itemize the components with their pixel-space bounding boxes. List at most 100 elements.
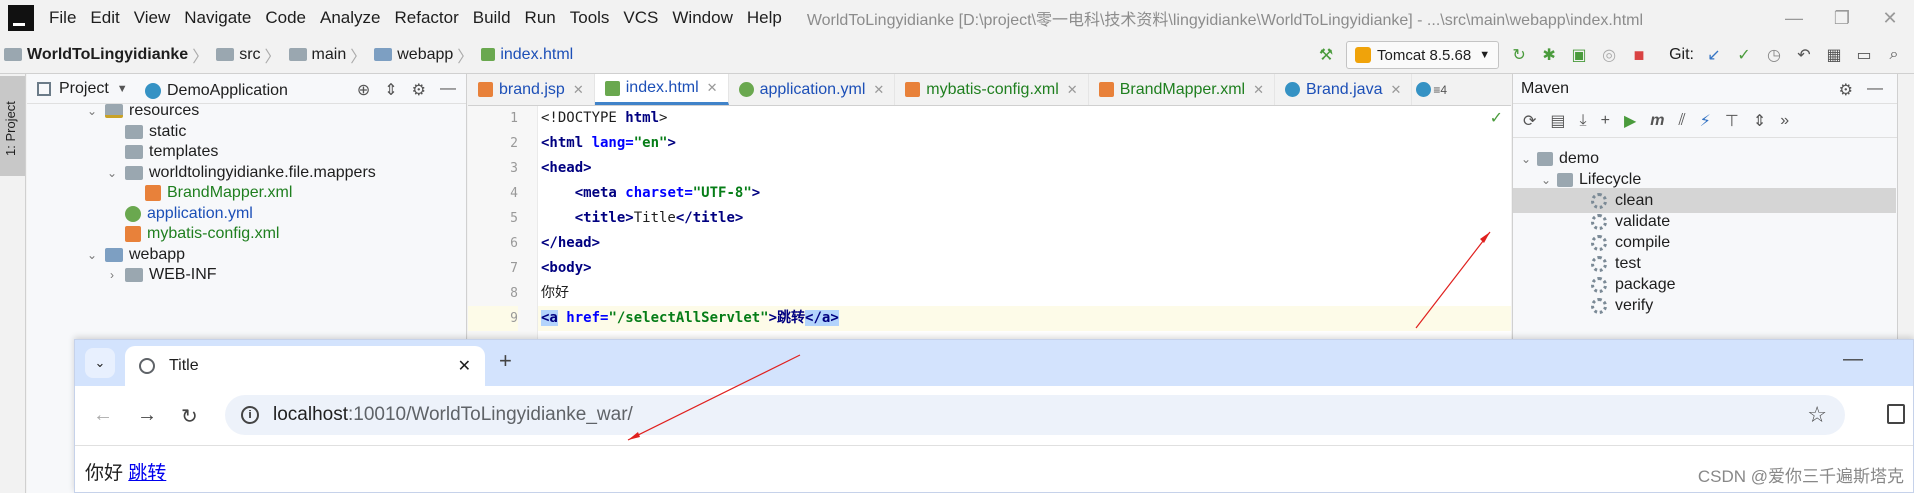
minimize-icon[interactable]: — bbox=[1843, 348, 1863, 371]
breadcrumb-src[interactable]: src bbox=[239, 46, 260, 64]
hide-panel-icon[interactable]: — bbox=[440, 80, 456, 100]
chevron-down-icon[interactable]: ▼ bbox=[117, 83, 128, 95]
page-link[interactable]: 跳转 bbox=[128, 463, 166, 484]
menu-tools[interactable]: Tools bbox=[563, 8, 617, 28]
inspection-ok-icon[interactable]: ✓ bbox=[1490, 108, 1503, 128]
menu-refactor[interactable]: Refactor bbox=[387, 8, 465, 28]
breadcrumb-webapp[interactable]: webapp bbox=[397, 46, 453, 64]
restore-icon[interactable]: ❐ bbox=[1818, 0, 1866, 36]
menu-window[interactable]: Window bbox=[665, 8, 739, 28]
menu-analyze[interactable]: Analyze bbox=[313, 8, 387, 28]
collapse-all-icon[interactable]: ⇕ bbox=[1753, 111, 1766, 131]
breadcrumb-main[interactable]: main bbox=[312, 46, 347, 64]
side-panel-icon[interactable] bbox=[1887, 404, 1905, 424]
close-tab-icon[interactable]: ✕ bbox=[1067, 82, 1078, 98]
tab-list-icon[interactable]: ≡ bbox=[1433, 83, 1440, 97]
tab-label: brand.jsp bbox=[499, 80, 565, 98]
locate-target-icon[interactable]: ⊕ bbox=[357, 80, 370, 100]
minimize-icon[interactable]: — bbox=[1770, 0, 1818, 36]
reload-icon[interactable]: ↻ bbox=[181, 404, 198, 429]
tab-brand-jsp[interactable]: brand.jsp ✕ bbox=[468, 74, 595, 105]
tree-item-label: application.yml bbox=[147, 205, 253, 222]
close-icon[interactable]: ✕ bbox=[1866, 0, 1914, 36]
run-configuration-select[interactable]: Tomcat 8.5.68 ▼ bbox=[1346, 41, 1500, 69]
toggle-offline-icon[interactable]: ⫽ bbox=[1679, 112, 1686, 130]
git-update-icon[interactable]: ↙ bbox=[1704, 45, 1724, 65]
hide-panel-icon[interactable]: — bbox=[1867, 80, 1883, 98]
close-tab-icon[interactable]: ✕ bbox=[873, 82, 884, 98]
tab-index-html[interactable]: index.html ✕ bbox=[594, 74, 729, 105]
tab-application-yml[interactable]: application.yml ✕ bbox=[729, 74, 896, 105]
tab-mybatis-config[interactable]: mybatis-config.xml ✕ bbox=[895, 74, 1089, 105]
collapse-all-icon[interactable]: ⇕ bbox=[384, 80, 397, 100]
project-panel-title[interactable]: Project bbox=[59, 80, 109, 98]
menu-view[interactable]: View bbox=[127, 8, 178, 28]
maven-phase-verify[interactable]: verify bbox=[1591, 293, 1653, 318]
bookmark-star-icon[interactable]: ☆ bbox=[1807, 402, 1827, 428]
close-tab-icon[interactable]: ✕ bbox=[707, 80, 718, 96]
chevron-right-icon[interactable]: › bbox=[105, 268, 119, 282]
browser-tab[interactable]: Title ✕ bbox=[125, 346, 485, 386]
menu-help[interactable]: Help bbox=[740, 8, 789, 28]
chevron-down-icon[interactable]: ⌄ bbox=[1541, 173, 1557, 187]
new-tab-plus-icon[interactable]: + bbox=[499, 348, 512, 374]
git-rollback-icon[interactable]: ↶ bbox=[1794, 45, 1814, 65]
tab-search-chevron-icon[interactable]: ⌄ bbox=[85, 348, 115, 378]
profile-icon[interactable]: ◎ bbox=[1599, 45, 1619, 65]
gear-icon[interactable]: ⚙ bbox=[1839, 80, 1853, 100]
code-token: lang bbox=[591, 135, 626, 151]
tree-item-web-inf[interactable]: › WEB-INF bbox=[105, 263, 217, 287]
chevron-down-icon: ▼ bbox=[1479, 49, 1491, 61]
chevron-down-icon[interactable]: ⌄ bbox=[105, 166, 119, 180]
maven-project-icon bbox=[1537, 151, 1553, 166]
breadcrumb-project[interactable]: WorldToLingyidianke bbox=[27, 46, 188, 64]
close-tab-icon[interactable]: ✕ bbox=[458, 356, 471, 376]
stop-icon[interactable]: ■ bbox=[1629, 45, 1649, 65]
line-number: 2 bbox=[510, 136, 518, 151]
skip-tests-icon[interactable]: ⚡ bbox=[1700, 111, 1711, 131]
web-folder-icon bbox=[105, 248, 123, 262]
more-icon[interactable]: » bbox=[1780, 112, 1789, 130]
build-hammer-icon[interactable]: ⚒ bbox=[1316, 45, 1336, 65]
menu-navigate[interactable]: Navigate bbox=[177, 8, 258, 28]
download-icon[interactable]: ⤓ bbox=[1580, 112, 1587, 130]
maven-phase-clean[interactable]: clean bbox=[1513, 188, 1896, 213]
menu-file[interactable]: File bbox=[42, 8, 83, 28]
debug-bug-icon[interactable]: ✱ bbox=[1539, 45, 1559, 65]
chevron-down-icon[interactable]: ⌄ bbox=[85, 248, 99, 262]
address-bar[interactable]: i localhost:10010/WorldToLingyidianke_wa… bbox=[225, 395, 1845, 435]
add-folder-icon[interactable]: ▤ bbox=[1550, 111, 1565, 131]
gear-icon bbox=[1591, 192, 1607, 209]
tab-brandmapper-xml[interactable]: BrandMapper.xml ✕ bbox=[1089, 74, 1275, 105]
reload-icon[interactable]: ⟳ bbox=[1523, 111, 1536, 131]
show-dependencies-icon[interactable]: ⊤ bbox=[1725, 111, 1739, 131]
rerun-icon[interactable]: ↻ bbox=[1509, 45, 1529, 65]
tab-overflow[interactable]: ≡ 4 bbox=[1412, 74, 1451, 105]
menu-edit[interactable]: Edit bbox=[83, 8, 126, 28]
run-icon[interactable]: ▶ bbox=[1624, 111, 1636, 131]
presentation-icon[interactable]: ▭ bbox=[1854, 45, 1874, 65]
add-icon[interactable]: + bbox=[1601, 112, 1610, 130]
tab-brand-java[interactable]: Brand.java ✕ bbox=[1275, 74, 1413, 105]
site-info-icon[interactable]: i bbox=[241, 406, 259, 424]
breadcrumb-file[interactable]: index.html bbox=[500, 46, 573, 64]
close-tab-icon[interactable]: ✕ bbox=[1253, 82, 1264, 98]
gear-icon[interactable]: ⚙ bbox=[412, 80, 426, 100]
back-arrow-icon[interactable]: ← bbox=[93, 404, 113, 427]
project-structure-icon[interactable]: ▦ bbox=[1824, 45, 1844, 65]
git-history-clock-icon[interactable]: ◷ bbox=[1764, 45, 1784, 65]
chevron-down-icon[interactable]: ⌄ bbox=[1521, 152, 1537, 166]
menu-run[interactable]: Run bbox=[518, 8, 563, 28]
git-commit-check-icon[interactable]: ✓ bbox=[1734, 45, 1754, 65]
maven-goal-icon[interactable]: m bbox=[1650, 112, 1664, 130]
menu-build[interactable]: Build bbox=[466, 8, 518, 28]
menu-code[interactable]: Code bbox=[258, 8, 313, 28]
menu-vcs[interactable]: VCS bbox=[616, 8, 665, 28]
close-tab-icon[interactable]: ✕ bbox=[1390, 82, 1401, 98]
coverage-icon[interactable]: ▣ bbox=[1569, 45, 1589, 65]
chevron-down-icon[interactable]: ⌄ bbox=[85, 104, 99, 118]
search-everywhere-icon[interactable]: ⌕ bbox=[1884, 45, 1904, 65]
forward-arrow-icon[interactable]: → bbox=[137, 404, 157, 427]
close-tab-icon[interactable]: ✕ bbox=[573, 82, 584, 98]
project-tool-tab[interactable]: 1: Project bbox=[0, 76, 25, 176]
